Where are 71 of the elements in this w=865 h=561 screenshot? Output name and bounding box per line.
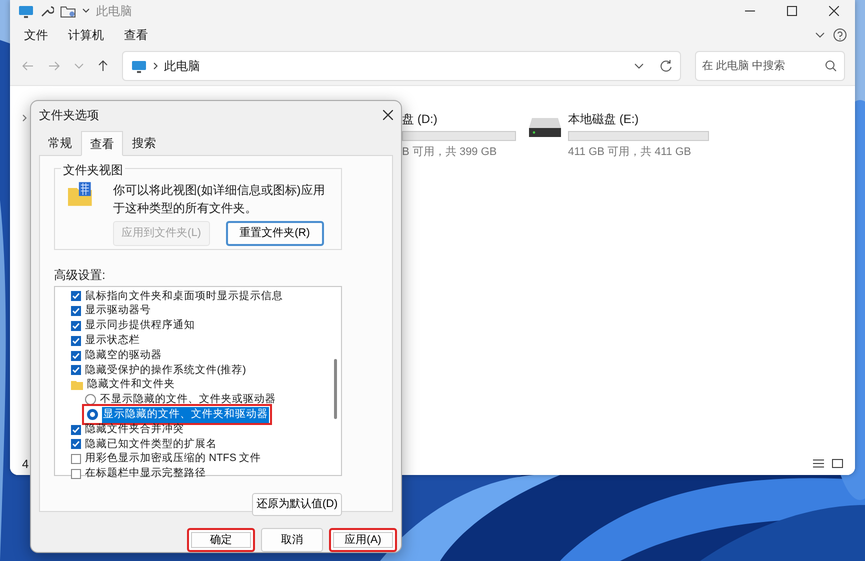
description-text: 你可以将此视图(如详细信息或图标)应用于这种类型的所有文件夹。: [112, 182, 326, 217]
checkbox[interactable]: [71, 365, 81, 376]
tab[interactable]: 查看: [81, 131, 123, 156]
setting-label: 隐藏受保护的操作系统文件(推荐): [85, 362, 246, 378]
checkbox[interactable]: [71, 424, 81, 435]
item-count: 4: [22, 456, 29, 473]
chevron-right-icon: [153, 62, 158, 70]
setting-label: 鼠标指向文件夹和桌面项时显示提示信息: [85, 288, 283, 304]
search-field[interactable]: 在 此电脑 中搜索: [695, 51, 845, 81]
setting-label: 不显示隐藏的文件、文件夹或驱动器: [100, 392, 276, 408]
drive-name: 盘 (D:): [402, 111, 438, 128]
monitor-icon: [131, 58, 147, 74]
menu-item[interactable]: 查看: [124, 26, 148, 44]
address-field[interactable]: 此电脑: [122, 51, 681, 81]
checkbox[interactable]: [71, 454, 81, 464]
dialog-button[interactable]: 确定: [187, 528, 255, 552]
restore-defaults-button[interactable]: 还原为默认值(D): [252, 493, 342, 516]
chevron-down-icon[interactable]: [634, 63, 644, 69]
help-icon[interactable]: [833, 28, 847, 42]
checkbox[interactable]: [71, 320, 81, 331]
checkbox[interactable]: [71, 336, 81, 346]
group-title: 文件夹视图: [61, 161, 125, 179]
search-icon[interactable]: [825, 60, 837, 72]
monitor-icon: [18, 4, 34, 18]
dialog-title: 文件夹选项: [39, 107, 99, 124]
folder-icon: [71, 380, 83, 390]
checkbox[interactable]: [71, 350, 81, 361]
wrench-icon[interactable]: [40, 4, 54, 18]
address-text: 此电脑: [164, 58, 200, 75]
close-icon[interactable]: [383, 110, 393, 120]
radio-button[interactable]: [87, 409, 98, 420]
checkbox[interactable]: [71, 439, 81, 450]
scrollbar-thumb[interactable]: [334, 359, 337, 419]
setting-label: 在标题栏中显示完整路径: [85, 466, 206, 482]
setting-label: 显示同步提供程序通知: [85, 318, 195, 334]
section-label: 高级设置:: [54, 267, 106, 284]
details-view-icon[interactable]: [813, 459, 824, 468]
maximize-icon[interactable]: [787, 6, 797, 16]
setting-label: 隐藏已知文件类型的扩展名: [85, 436, 217, 452]
folder-icon: [67, 181, 93, 207]
close-icon[interactable]: [829, 6, 839, 16]
checkbox[interactable]: [71, 306, 81, 316]
refresh-icon[interactable]: [660, 60, 672, 72]
tab[interactable]: 搜索: [123, 131, 165, 155]
folder-icon[interactable]: [60, 4, 76, 18]
dialog-button[interactable]: 取消: [261, 528, 323, 552]
menu-item[interactable]: 计算机: [68, 26, 104, 44]
tab[interactable]: 常规: [39, 131, 81, 155]
setting-label: 隐藏文件夹合并冲突: [85, 422, 184, 437]
chevron-down-icon[interactable]: [815, 32, 825, 38]
up-icon[interactable]: [98, 60, 108, 72]
dialog-button[interactable]: 应用(A): [329, 528, 397, 552]
setting-label: 用彩色显示加密或压缩的 NTFS 文件: [85, 451, 262, 466]
setting-label: 隐藏空的驱动器: [85, 348, 162, 363]
drive-icon: [528, 116, 562, 138]
checkbox[interactable]: [71, 468, 81, 479]
setting-label: 显示状态栏: [85, 332, 140, 348]
chevron-right-icon[interactable]: [22, 114, 27, 122]
drive-name: 本地磁盘 (E:): [568, 111, 640, 128]
caret-icon[interactable]: [82, 8, 90, 14]
window-title: 此电脑: [96, 3, 132, 20]
setting-label: 显示隐藏的文件、文件夹和驱动器: [102, 406, 269, 423]
radio-button[interactable]: [85, 394, 96, 406]
tiles-view-icon[interactable]: [832, 459, 843, 469]
setting-group-label: 隐藏文件和文件夹: [87, 377, 175, 392]
drive-free-space: B 可用，共 399 GB: [402, 145, 498, 160]
menu-item[interactable]: 文件: [24, 26, 48, 44]
setting-label: 显示驱动器号: [85, 303, 151, 318]
drive-free-space: 411 GB 可用，共 411 GB: [568, 145, 692, 160]
folder-view-button[interactable]: 重置文件夹(R): [226, 221, 324, 246]
checkbox[interactable]: [71, 291, 81, 302]
